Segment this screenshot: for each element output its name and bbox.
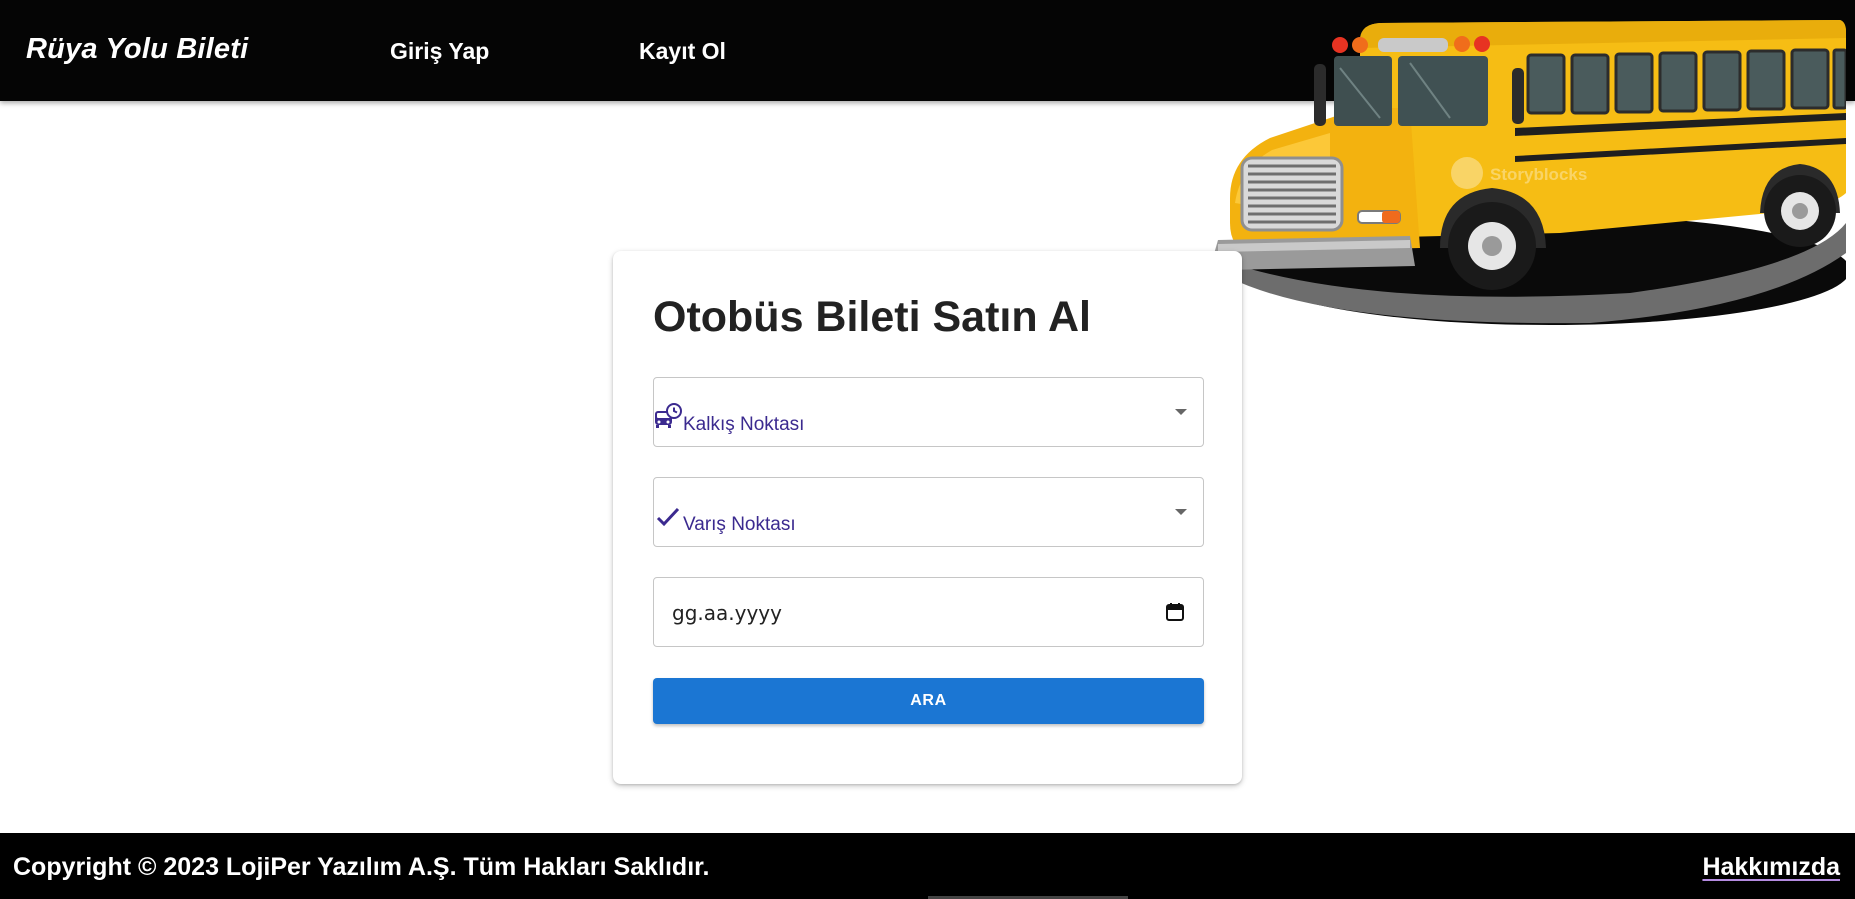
page-title: Otobüs Bileti Satın Al [653, 293, 1091, 341]
date-input[interactable]: gg.aa.yyyy [653, 577, 1204, 647]
chevron-down-icon [1175, 509, 1187, 515]
arrival-label: Varış Noktası [683, 514, 796, 535]
departure-label: Kalkış Noktası [683, 414, 805, 435]
school-bus-illustration: Storyblocks [1214, 20, 1846, 325]
ticket-search-card: Otobüs Bileti Satın Al Kalkış Noktası Va… [613, 251, 1242, 784]
calendar-icon[interactable] [1165, 602, 1185, 622]
departure-select[interactable]: Kalkış Noktası [653, 377, 1204, 447]
search-button[interactable]: ARA [653, 678, 1204, 724]
register-link[interactable]: Kayıt Ol [639, 38, 726, 65]
date-placeholder: gg.aa.yyyy [672, 601, 782, 625]
chevron-down-icon [1175, 409, 1187, 415]
arrival-select[interactable]: Varış Noktası [653, 477, 1204, 547]
check-icon [656, 507, 680, 527]
footer: Copyright © 2023 LojiPer Yazılım A.Ş. Tü… [0, 833, 1855, 899]
bus-clock-icon [655, 403, 682, 428]
about-link[interactable]: Hakkımızda [1702, 853, 1840, 882]
login-link[interactable]: Giriş Yap [390, 38, 489, 65]
copyright-text: Copyright © 2023 LojiPer Yazılım A.Ş. Tü… [13, 853, 710, 881]
brand-logo[interactable]: Rüya Yolu Bileti [26, 33, 248, 66]
svg-text:Storyblocks: Storyblocks [1490, 165, 1587, 184]
